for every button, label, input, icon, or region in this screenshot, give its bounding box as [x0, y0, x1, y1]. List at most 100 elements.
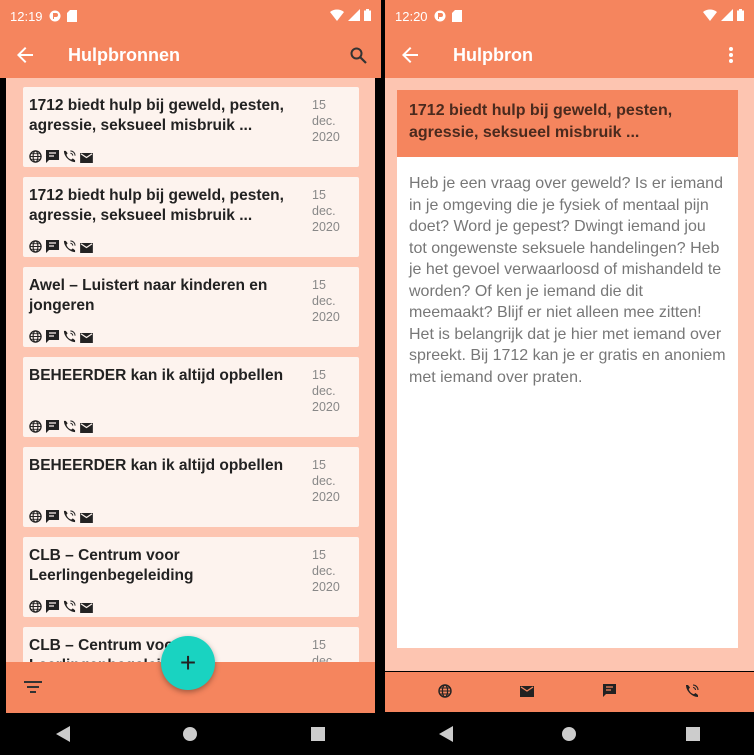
status-time: 12:20 [395, 8, 428, 24]
detail-title: 1712 biedt hulp bij geweld, pesten, agre… [397, 90, 738, 157]
phone-icon [63, 600, 76, 613]
contact-icons [29, 600, 93, 613]
date-day: 15 [312, 638, 326, 652]
wifi-icon [703, 8, 717, 24]
contact-icons [29, 330, 93, 343]
resource-card[interactable]: 1712 biedt hulp bij geweld, pesten, agre… [23, 87, 359, 167]
contact-icons [29, 420, 93, 433]
resource-card[interactable]: CLB – Centrum voor Leerlingenbegeleiding… [23, 537, 359, 617]
contact-actions-bar [385, 672, 754, 712]
page-title: Hulpbron [453, 44, 533, 65]
mail-icon [80, 420, 93, 433]
date-day: 15 [312, 458, 326, 472]
mail-icon [80, 150, 93, 163]
nav-home-button[interactable] [182, 726, 198, 742]
contact-icons [29, 150, 93, 163]
mail-icon [80, 240, 93, 253]
page-title: Hulpbronnen [68, 44, 180, 65]
battery-icon [737, 8, 744, 24]
filter-button[interactable] [24, 680, 42, 698]
date-year: 2020 [312, 400, 340, 414]
phone-icon [63, 420, 76, 433]
globe-icon [29, 150, 42, 163]
app-bar: Hulpbronnen [0, 32, 381, 78]
nav-recents-button[interactable] [310, 727, 325, 741]
circle-home-icon [183, 727, 198, 741]
resource-title: CLB – Centrum voor Leerlingenbegeleiding [29, 547, 194, 584]
search-button[interactable] [335, 47, 381, 64]
detail-body: Heb je een vraag over geweld? Is er iema… [397, 157, 738, 648]
square-recents-icon [310, 727, 325, 741]
triangle-back-icon [439, 726, 454, 742]
email-button[interactable] [520, 684, 536, 700]
date-month: dec. [312, 294, 336, 308]
date-day: 15 [312, 98, 326, 112]
back-button[interactable] [385, 47, 435, 63]
call-button[interactable] [685, 684, 701, 700]
globe-icon [29, 240, 42, 253]
resource-title: BEHEERDER kan ik altijd opbellen [29, 367, 284, 384]
arrow-back-icon [402, 47, 418, 63]
resource-title: Awel – Luistert naar kinderen en jongere… [29, 277, 268, 314]
mail-icon [80, 330, 93, 343]
resource-card[interactable]: 1712 biedt hulp bij geweld, pesten, agre… [23, 177, 359, 257]
message-icon [46, 420, 59, 433]
list-screen: 12:19 Hulpbronnen 1712 biedt hulp bij ge… [0, 0, 381, 755]
message-button[interactable] [602, 684, 619, 700]
signal-icon [721, 8, 733, 24]
nav-back-button[interactable] [56, 726, 71, 742]
status-bar: 12:19 [0, 0, 381, 32]
date-day: 15 [312, 188, 326, 202]
sd-card-icon [451, 10, 464, 22]
signal-icon [348, 8, 360, 24]
app-notification-icon [434, 10, 446, 22]
more-vert-icon [729, 47, 733, 63]
circle-home-icon [562, 727, 577, 741]
search-icon [350, 47, 367, 64]
contact-icons [29, 510, 93, 523]
status-bar: 12:20 [385, 0, 754, 32]
nav-recents-button[interactable] [685, 727, 700, 741]
resource-card[interactable]: Awel – Luistert naar kinderen en jongere… [23, 267, 359, 347]
battery-icon [364, 8, 371, 24]
date-day: 15 [312, 368, 326, 382]
resource-date: 15dec.2020 [312, 277, 340, 325]
detail-screen: 12:20 Hulpbron 1712 biedt hulp bij gewel… [385, 0, 754, 755]
phone-icon [63, 330, 76, 343]
resource-card[interactable]: BEHEERDER kan ik altijd opbellen 15 dec. 20… [23, 447, 359, 527]
globe-icon [29, 330, 42, 343]
mail-icon [80, 510, 93, 523]
phone-icon [685, 684, 699, 697]
message-icon [46, 150, 59, 163]
globe-icon [29, 600, 42, 613]
date-day: 15 [312, 278, 326, 292]
status-time: 12:19 [10, 8, 43, 24]
add-resource-button[interactable]: + [161, 636, 215, 690]
globe-icon [29, 420, 42, 433]
resource-date: 15dec.2020 [312, 97, 340, 145]
date-year: 2020 [312, 580, 340, 594]
resource-card[interactable]: BEHEERDER kan ik altijd opbellen 15 dec. 20… [23, 357, 359, 437]
globe-icon [438, 684, 452, 698]
wifi-icon [330, 8, 344, 24]
date-month: dec. [312, 384, 336, 398]
nav-back-button[interactable] [439, 726, 454, 742]
nav-home-button[interactable] [561, 726, 577, 742]
message-icon [46, 240, 59, 253]
date-year: 2020 [312, 490, 340, 504]
date-month: dec. [312, 474, 336, 488]
resource-title: 1712 biedt hulp bij geweld, pesten, agre… [29, 187, 284, 224]
app-bar: Hulpbron [385, 32, 754, 78]
triangle-back-icon [56, 726, 71, 742]
resource-date: 15 dec. 2020 [312, 457, 340, 505]
back-button[interactable] [0, 47, 50, 63]
filter-icon [24, 681, 42, 693]
system-nav-bar [385, 713, 754, 755]
resource-list: 1712 biedt hulp bij geweld, pesten, agre… [6, 78, 375, 663]
resource-date: 15dec.2020 [312, 637, 340, 663]
system-nav-bar [0, 713, 381, 755]
website-button[interactable] [438, 684, 454, 700]
more-options-button[interactable] [708, 47, 754, 63]
mail-icon [520, 686, 535, 697]
resource-title: BEHEERDER kan ik altijd opbellen [29, 457, 284, 474]
